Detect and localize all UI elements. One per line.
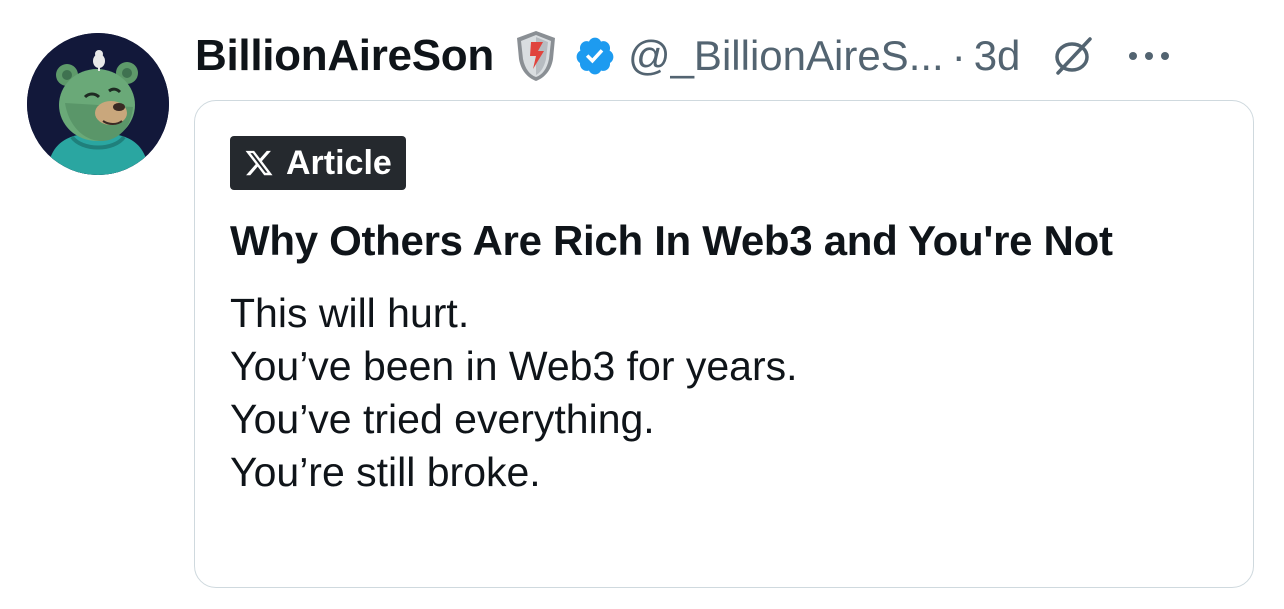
article-line: This will hurt. [230, 290, 470, 336]
x-logo-icon [244, 148, 274, 178]
article-badge: Article [230, 136, 406, 190]
more-horizontal-icon[interactable] [1126, 46, 1172, 66]
separator-dot: · [951, 32, 966, 79]
tweet-timestamp[interactable]: 3d [974, 32, 1021, 80]
shield-badge-icon[interactable] [514, 29, 558, 83]
author-handle[interactable]: @_BillionAireS... [628, 32, 944, 80]
article-line: You’re still broke. [230, 449, 541, 495]
article-line: You’ve been in Web3 for years. [230, 343, 798, 389]
tweet-header: BillionAireSon @_BillionAireS... · 3d [195, 28, 1172, 84]
article-preview-text: This will hurt. You’ve been in Web3 for … [230, 287, 798, 499]
article-title[interactable]: Why Others Are Rich In Web3 and You're N… [230, 217, 1113, 265]
article-card[interactable]: Article Why Others Are Rich In Web3 and … [194, 100, 1254, 588]
author-display-name[interactable]: BillionAireSon [195, 31, 494, 81]
article-line: You’ve tried everything. [230, 396, 655, 442]
grok-icon[interactable] [1050, 33, 1096, 79]
verified-badge-icon[interactable] [574, 35, 616, 77]
bear-avatar-icon [27, 33, 169, 175]
author-avatar[interactable] [27, 33, 169, 175]
article-badge-label: Article [286, 143, 392, 182]
